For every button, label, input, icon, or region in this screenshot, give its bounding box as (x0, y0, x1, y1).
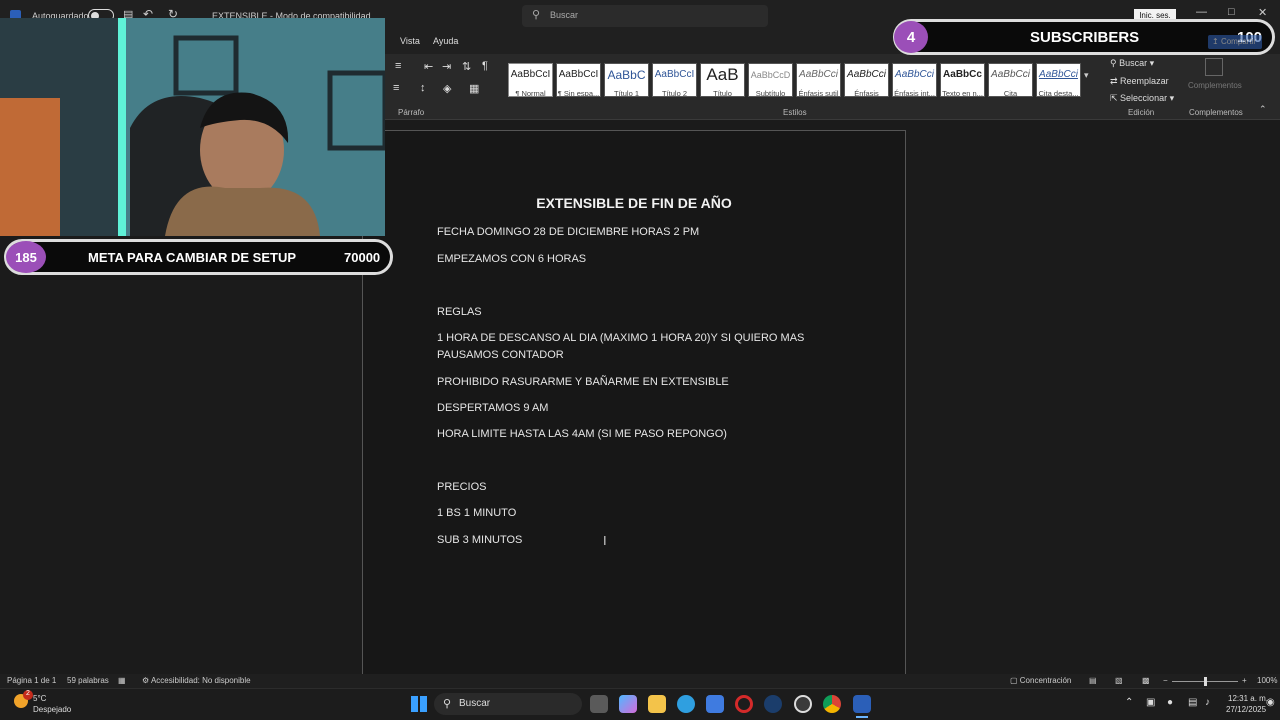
doc-line-prohibido[interactable]: PROHIBIDO RASURARME Y BAÑARME EN EXTENSI… (437, 374, 817, 391)
search-box[interactable]: ⚲ Buscar (522, 5, 768, 27)
setup-goal-label: META PARA CAMBIAR DE SETUP (88, 250, 296, 265)
accessibility-status[interactable]: ⚙ Accesibilidad: No disponible (142, 676, 251, 685)
doc-line-empezamos[interactable]: EMPEZAMOS CON 6 HORAS (437, 251, 817, 268)
style-title[interactable]: AaB Título (700, 63, 745, 97)
file-explorer-icon[interactable] (648, 695, 666, 713)
zoom-slider-thumb[interactable] (1204, 677, 1207, 686)
taskbar-search-label: Buscar (459, 698, 491, 709)
setup-goal-target: 70000 (344, 250, 381, 265)
zoom-in-icon[interactable]: + (1242, 676, 1247, 685)
style-quote[interactable]: AaBbCci Cita (988, 63, 1033, 97)
share-button[interactable]: ↥ Compartir (1208, 35, 1262, 49)
style-subtitle[interactable]: AaBbCcD Subtítulo (748, 63, 793, 97)
doc-line-precios[interactable]: PRECIOS (437, 479, 817, 496)
style-strong[interactable]: AaBbCc Texto en n... (940, 63, 985, 97)
subscribers-count-badge: 4 (894, 21, 928, 53)
list-icon[interactable]: ≡ (395, 60, 401, 72)
borders-icon[interactable]: ▦ (469, 82, 479, 95)
doc-line-fecha[interactable]: FECHA DOMINGO 28 DE DICIEMBRE HORAS 2 PM (437, 224, 817, 241)
tray-app-icon[interactable]: ▣ (1146, 697, 1155, 708)
text-cursor-icon: I (603, 533, 607, 548)
tray-overflow-icon[interactable]: ⌃ (1125, 697, 1133, 708)
edge-icon[interactable] (677, 695, 695, 713)
doc-line-reglas[interactable]: REGLAS (437, 304, 817, 321)
task-view-icon[interactable] (590, 695, 608, 713)
line-spacing-icon[interactable]: ↕ (420, 82, 426, 94)
webcam-image (0, 18, 385, 236)
menu-vista[interactable]: Vista (400, 36, 420, 46)
proofing-icon[interactable]: ▦ (118, 676, 126, 685)
taskbar-search[interactable]: ⚲ Buscar (434, 693, 582, 715)
chrome-icon[interactable] (823, 695, 841, 713)
page-count[interactable]: Página 1 de 1 (7, 676, 56, 685)
increase-indent-icon[interactable]: ⇥ (442, 60, 451, 73)
doc-line-hora-limite[interactable]: HORA LIMITE HASTA LAS 4AM (SI ME PASO RE… (437, 426, 817, 443)
start-windows-icon[interactable] (411, 696, 427, 712)
styles-group-label: Estilos (783, 108, 807, 117)
copilot-icon[interactable] (619, 695, 637, 713)
style-intense-emphasis[interactable]: AaBbCci Énfasis int... (892, 63, 937, 97)
paragraph-group-label: Párrafo (398, 108, 425, 117)
doc-line-bs[interactable]: 1 BS 1 MINUTO (437, 505, 817, 522)
maximize-icon[interactable]: □ (1228, 6, 1235, 18)
zoom-level[interactable]: 100% (1257, 676, 1277, 685)
search-icon: ⚲ (532, 9, 541, 21)
clock-date[interactable]: 27/12/2025 (1226, 705, 1266, 714)
buscar-button[interactable]: ⚲ Buscar ▾ (1110, 58, 1154, 69)
sort-icon[interactable]: ⇅ (462, 60, 471, 73)
style-no-spacing[interactable]: AaBbCcI ¶ Sin espa... (556, 63, 601, 97)
shading-icon[interactable]: ◈ (443, 82, 451, 95)
seleccionar-button[interactable]: ⇱ Seleccionar ▾ (1110, 93, 1174, 104)
collapse-ribbon-icon[interactable]: ⌃ (1259, 104, 1267, 115)
style-heading-1[interactable]: AaBbC Título 1 (604, 63, 649, 97)
complementos-button[interactable]: Complementos (1188, 81, 1242, 90)
zoom-out-icon[interactable]: − (1163, 676, 1168, 685)
weather-temp[interactable]: 5°C (33, 694, 46, 703)
clock-time[interactable]: 12:31 a. m. (1228, 694, 1268, 703)
taskbar (0, 688, 1280, 720)
align-icon[interactable]: ≡ (393, 82, 399, 94)
opera-icon[interactable] (735, 695, 753, 713)
minimize-icon[interactable]: — (1196, 6, 1207, 18)
word-taskbar-icon[interactable] (853, 695, 871, 713)
obs-icon[interactable] (794, 695, 812, 713)
close-icon[interactable]: ✕ (1258, 6, 1267, 19)
store-icon[interactable] (706, 695, 724, 713)
weather-notification-badge: 2 (23, 690, 33, 700)
style-heading-2[interactable]: AaBbCcI Título 2 (652, 63, 697, 97)
menu-ayuda[interactable]: Ayuda (433, 36, 458, 46)
volume-icon[interactable]: ♪ (1205, 697, 1210, 708)
style-intense-quote[interactable]: AaBbCci Cita desta... (1036, 63, 1081, 97)
subscribers-label: SUBSCRIBERS (1030, 29, 1140, 46)
document-title[interactable]: EXTENSIBLE DE FIN DE AÑO (386, 195, 882, 211)
network-icon[interactable]: ▤ (1188, 697, 1197, 708)
print-layout-icon[interactable]: ▧ (1115, 676, 1123, 685)
microphone-icon[interactable]: ● (1167, 697, 1173, 708)
setup-goal-count-badge: 185 (6, 241, 46, 273)
word-count[interactable]: 59 palabras (67, 676, 109, 685)
pilcrow-icon[interactable]: ¶ (482, 60, 488, 72)
decrease-indent-icon[interactable]: ⇤ (424, 60, 433, 73)
complementos-icon[interactable] (1205, 58, 1223, 76)
web-layout-icon[interactable]: ▩ (1142, 676, 1150, 685)
webcam-feed (0, 18, 385, 236)
notification-bell-icon[interactable]: ◉ (1266, 697, 1275, 708)
taskbar-search-icon: ⚲ (443, 698, 452, 710)
weather-desc[interactable]: Despejado (33, 705, 71, 714)
word-active-indicator (856, 716, 868, 718)
style-subtle-emphasis[interactable]: AaBbCci Énfasis sutil (796, 63, 841, 97)
reemplazar-button[interactable]: ⇄ Reemplazar (1110, 76, 1169, 87)
style-normal[interactable]: AaBbCcI ¶ Normal (508, 63, 553, 97)
edicion-group-label: Edición (1128, 108, 1155, 117)
styles-more-icon[interactable]: ▾ (1084, 70, 1089, 81)
focus-mode-button[interactable]: ▢ Concentración (1010, 676, 1071, 685)
steam-icon[interactable] (764, 695, 782, 713)
doc-line-descanso[interactable]: 1 HORA DE DESCANSO AL DIA (MAXIMO 1 HORA… (437, 330, 817, 364)
complementos-group-label: Complementos (1189, 108, 1243, 117)
read-mode-icon[interactable]: ▤ (1089, 676, 1097, 685)
search-placeholder: Buscar (550, 10, 579, 20)
doc-line-sub[interactable]: SUB 3 MINUTOS (437, 532, 817, 549)
doc-line-despertamos[interactable]: DESPERTAMOS 9 AM (437, 400, 817, 417)
style-emphasis[interactable]: AaBbCci Énfasis (844, 63, 889, 97)
